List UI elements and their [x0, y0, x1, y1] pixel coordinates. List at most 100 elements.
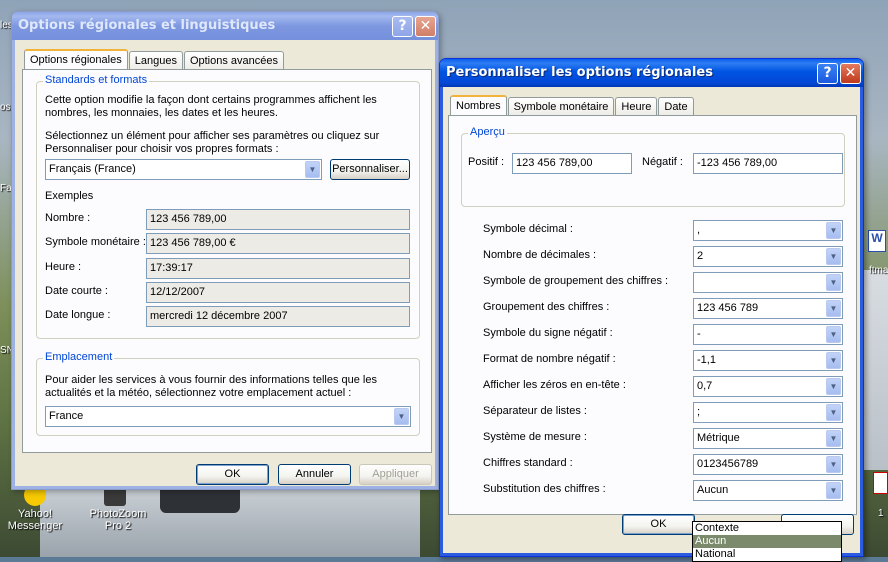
- window-client: Nombres Symbole monétaire Heure Date Ape…: [444, 87, 859, 562]
- tab-strip: Options régionales Langues Options avanc…: [24, 48, 285, 71]
- ok-button[interactable]: OK: [196, 464, 269, 485]
- chevron-down-icon[interactable]: ▼: [826, 274, 841, 291]
- window-title: Personnaliser les options régionales: [446, 65, 713, 80]
- standard-digits-select[interactable]: 0123456789 ▼: [693, 454, 843, 475]
- chevron-down-icon[interactable]: ▼: [305, 161, 320, 178]
- window-title: Options régionales et linguistiques: [18, 18, 276, 33]
- positive-preview-value: 123 456 789,00: [512, 153, 632, 174]
- tab-time[interactable]: Heure: [615, 97, 658, 116]
- example-value: 123 456 789,00: [146, 209, 410, 230]
- decimal-count-select[interactable]: 2 ▼: [693, 246, 843, 267]
- location-select-value: France: [49, 410, 84, 422]
- group-title: Standards et formats: [43, 74, 150, 86]
- chevron-down-icon[interactable]: ▼: [394, 408, 409, 425]
- select-value: Métrique: [697, 432, 740, 444]
- tab-numbers[interactable]: Nombres: [450, 95, 507, 117]
- chevron-down-icon[interactable]: ▼: [826, 482, 841, 499]
- chevron-down-icon[interactable]: ▼: [826, 300, 841, 317]
- decimal-symbol-select[interactable]: , ▼: [693, 220, 843, 241]
- help-button[interactable]: ?: [392, 16, 413, 37]
- chevron-down-icon[interactable]: ▼: [826, 404, 841, 421]
- format-select-value: Français (France): [49, 163, 136, 175]
- standards-select-prompt: Sélectionnez un élément pour afficher se…: [45, 130, 380, 155]
- wallpaper-truck-right: [862, 270, 888, 470]
- chevron-down-icon[interactable]: ▼: [826, 326, 841, 343]
- setting-label: Symbole de groupement des chiffres :: [483, 275, 669, 287]
- select-value: 123 456 789: [697, 302, 759, 314]
- apply-button[interactable]: Appliquer: [359, 464, 432, 485]
- tab-regional-options[interactable]: Options régionales: [24, 49, 128, 71]
- ok-button[interactable]: OK: [622, 514, 695, 535]
- tab-currency[interactable]: Symbole monétaire: [507, 97, 615, 116]
- desktop-edge-label: ftma: [869, 265, 888, 276]
- setting-label: Système de mesure :: [483, 431, 587, 443]
- tab-languages[interactable]: Langues: [128, 51, 183, 70]
- select-value: -1,1: [697, 354, 716, 366]
- examples-heading: Exemples: [45, 190, 94, 202]
- chevron-down-icon[interactable]: ▼: [826, 352, 841, 369]
- positive-label: Positif :: [468, 156, 505, 168]
- example-label: Symbole monétaire :: [45, 236, 146, 248]
- cancel-button[interactable]: Annuler: [278, 464, 351, 485]
- desktop-icon-photozoom[interactable]: PhotoZoom Pro 2: [80, 484, 150, 532]
- example-value: 17:39:17: [146, 258, 410, 279]
- desktop-icon-label: Yahoo! Messenger: [7, 508, 63, 532]
- chevron-down-icon[interactable]: ▼: [826, 430, 841, 447]
- select-value: 0,7: [697, 380, 713, 392]
- tab-date[interactable]: Date: [658, 97, 694, 116]
- chevron-down-icon[interactable]: ▼: [826, 248, 841, 265]
- chevron-down-icon[interactable]: ▼: [826, 222, 841, 239]
- location-select[interactable]: France ▼: [45, 406, 411, 427]
- desktop-edge-label: os: [0, 102, 11, 113]
- negative-sign-select[interactable]: - ▼: [693, 324, 843, 345]
- group-title: Aperçu: [468, 126, 507, 138]
- format-select[interactable]: Français (France) ▼: [45, 159, 322, 180]
- desktop-edge-label: 1: [878, 508, 884, 519]
- example-label: Date courte :: [45, 285, 108, 297]
- negative-label: Négatif :: [642, 156, 683, 168]
- select-value: -: [697, 328, 701, 340]
- desktop-icon-yahoo-messenger[interactable]: Yahoo! Messenger: [0, 484, 70, 532]
- select-value: ,: [697, 224, 701, 236]
- setting-label: Afficher les zéros en en-tête :: [483, 379, 626, 391]
- regional-options-titlebar[interactable]: Options régionales et linguistiques: [12, 12, 438, 40]
- select-value: Aucun: [697, 484, 729, 496]
- example-label: Date longue :: [45, 309, 111, 321]
- pdf-icon[interactable]: [873, 472, 888, 494]
- customize-button[interactable]: Personnaliser...: [330, 159, 410, 180]
- setting-label: Groupement des chiffres :: [483, 301, 610, 313]
- help-button[interactable]: ?: [817, 63, 838, 84]
- leading-zeros-select[interactable]: 0,7 ▼: [693, 376, 843, 397]
- setting-label: Substitution des chiffres :: [483, 483, 606, 495]
- dropdown-option[interactable]: National: [693, 548, 841, 561]
- chevron-down-icon[interactable]: ▼: [826, 456, 841, 473]
- negative-preview-value: -123 456 789,00: [693, 153, 843, 174]
- negative-format-select[interactable]: -1,1 ▼: [693, 350, 843, 371]
- tab-strip: Nombres Symbole monétaire Heure Date: [450, 94, 695, 117]
- regional-options-window: Options régionales et linguistiques ? ✕ …: [11, 11, 439, 490]
- digit-grouping-select[interactable]: 123 456 789 ▼: [693, 298, 843, 319]
- close-button[interactable]: ✕: [415, 16, 436, 37]
- location-description: Pour aider les services à vous fournir d…: [45, 374, 377, 399]
- digit-substitution-dropdown: Contexte Aucun National: [692, 521, 842, 562]
- group-title: Emplacement: [43, 351, 115, 363]
- window-client: Options régionales Langues Options avanc…: [16, 40, 434, 485]
- digit-grouping-symbol-select[interactable]: ▼: [693, 272, 843, 293]
- tab-panel: Standards et formats Cette option modifi…: [22, 69, 432, 453]
- close-button[interactable]: ✕: [840, 63, 861, 84]
- word-doc-icon[interactable]: W: [868, 230, 886, 252]
- customize-titlebar[interactable]: Personnaliser les options régionales: [440, 59, 863, 87]
- dropdown-option-selected[interactable]: Aucun: [693, 535, 841, 548]
- customize-regional-options-window: Personnaliser les options régionales ? ✕…: [439, 58, 864, 562]
- select-value: ;: [697, 406, 701, 418]
- setting-label: Symbole décimal :: [483, 223, 573, 235]
- chevron-down-icon[interactable]: ▼: [826, 378, 841, 395]
- measurement-system-select[interactable]: Métrique ▼: [693, 428, 843, 449]
- dropdown-option[interactable]: Contexte: [693, 522, 841, 535]
- tab-advanced-options[interactable]: Options avancées: [183, 51, 285, 70]
- setting-label: Séparateur de listes :: [483, 405, 587, 417]
- list-separator-select[interactable]: ; ▼: [693, 402, 843, 423]
- digit-substitution-select[interactable]: Aucun ▼: [693, 480, 843, 501]
- setting-label: Nombre de décimales :: [483, 249, 597, 261]
- select-value: 0123456789: [697, 458, 759, 470]
